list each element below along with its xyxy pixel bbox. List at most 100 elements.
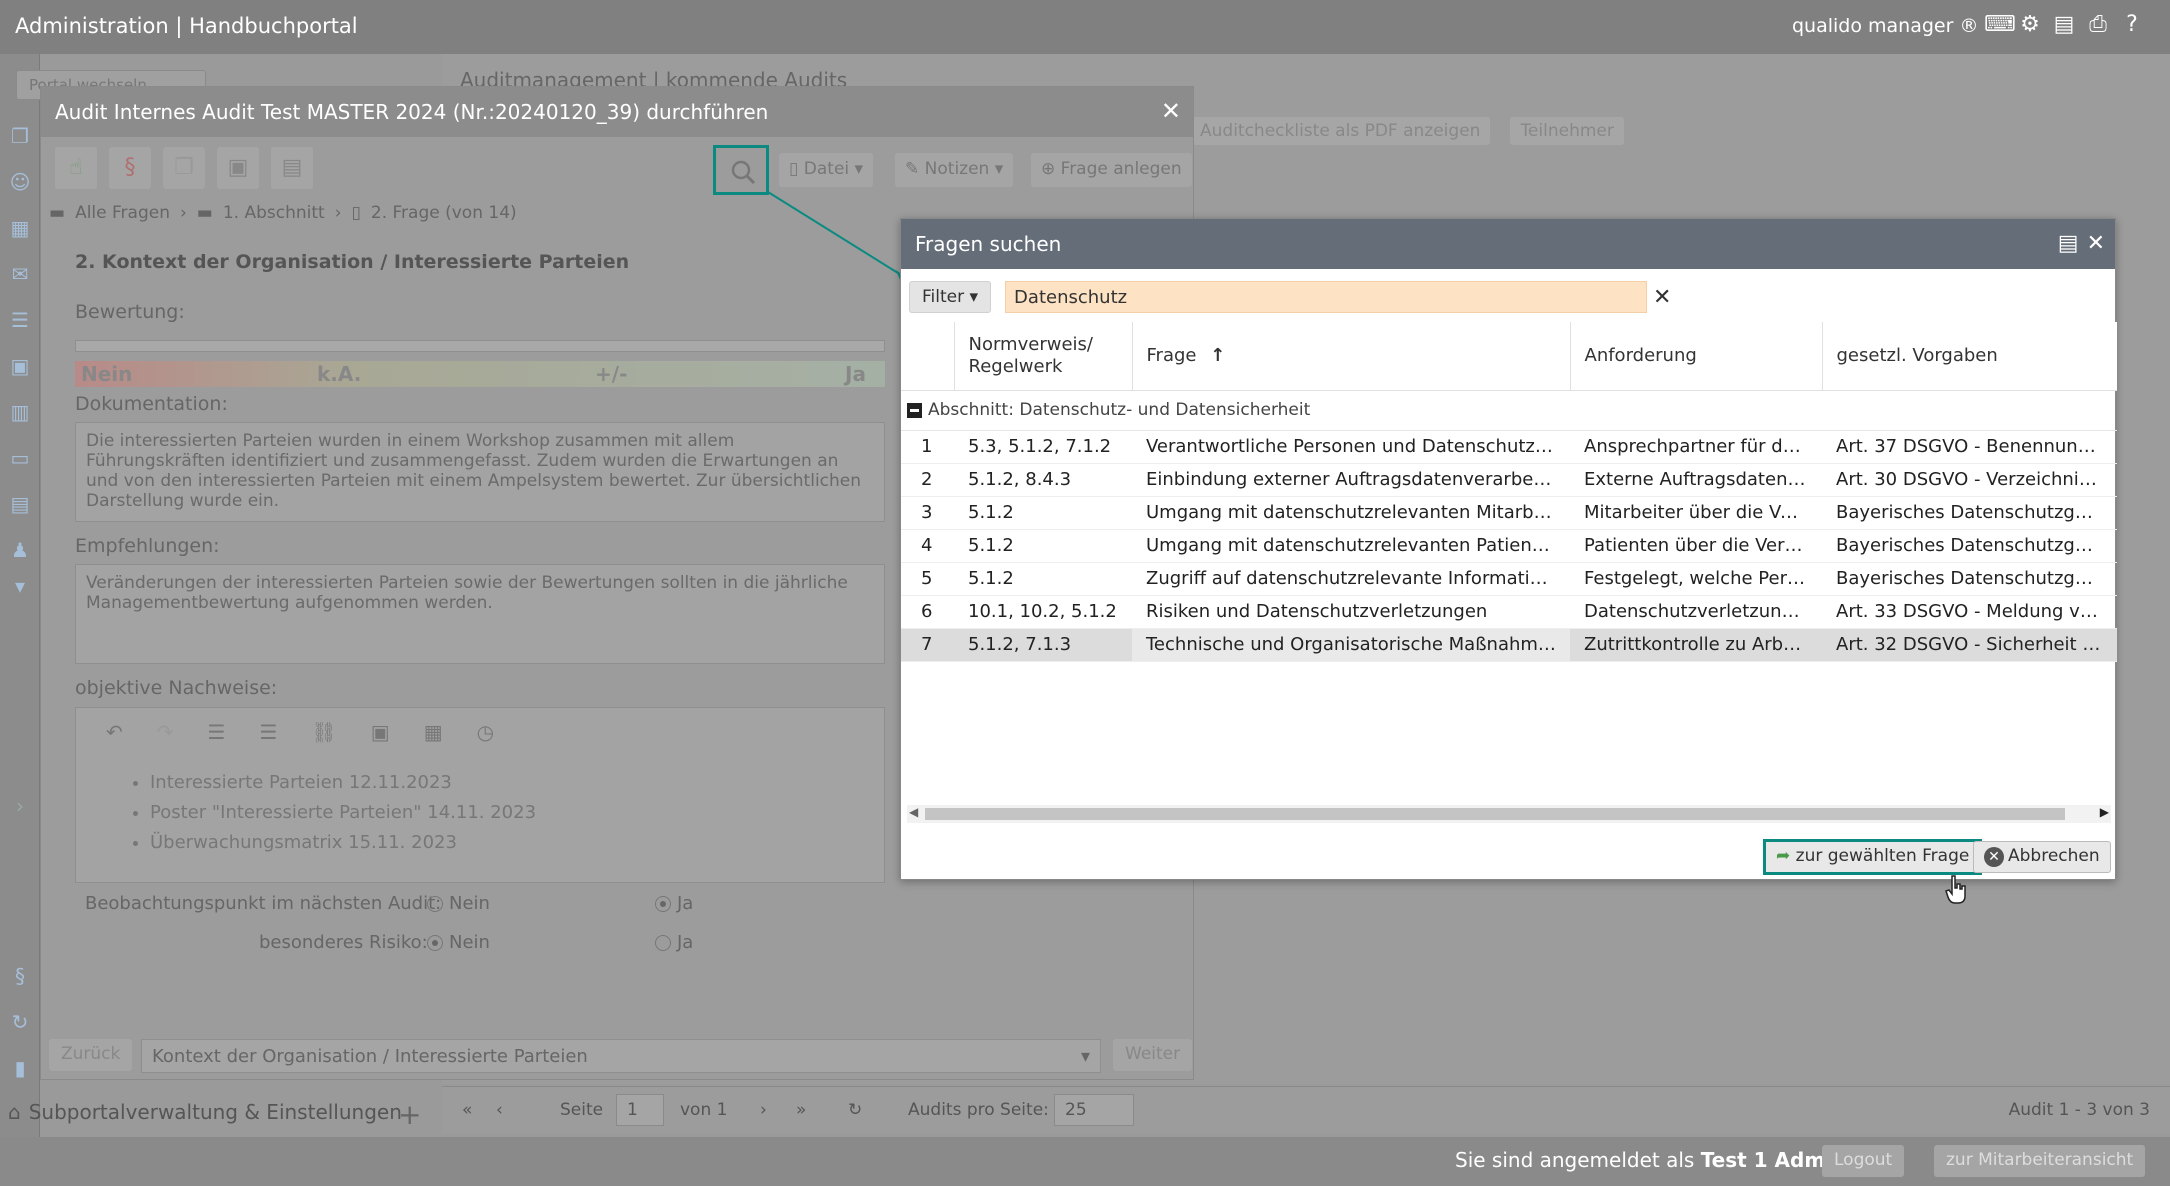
document-icon[interactable]: ❐: [163, 147, 205, 189]
hand-icon[interactable]: ☝: [55, 147, 97, 189]
cell-anf: Datenschutzverletzung i...: [1570, 595, 1822, 629]
clear-filter-icon[interactable]: ✕: [1653, 285, 1671, 310]
person-icon[interactable]: ♟: [8, 538, 32, 562]
col-anforderung[interactable]: Anforderung: [1570, 322, 1823, 391]
numbered-list-icon[interactable]: ☰: [208, 720, 226, 744]
checklist-icon[interactable]: ▤: [271, 147, 313, 189]
subportal-link[interactable]: ⌂ Subportalverwaltung & Einstellungen +: [8, 1098, 421, 1131]
keyboard-icon[interactable]: ⌨: [1984, 12, 2016, 38]
beobachtung-ja[interactable]: Ja: [655, 893, 693, 914]
chevron-right-icon[interactable]: ›: [8, 794, 32, 818]
checklist-icon[interactable]: ▤: [8, 492, 32, 516]
horizontal-scrollbar[interactable]: ◀ ▶: [907, 805, 2111, 823]
filter-input[interactable]: Datenschutz: [1005, 281, 1648, 313]
next-page-icon[interactable]: ›: [760, 1100, 767, 1120]
table-row[interactable]: 7 5.1.2, 7.1.3 Technische und Organisatori…: [901, 628, 2117, 662]
goto-question-button[interactable]: ➦ zur gewählten Frage: [1763, 839, 1983, 875]
question-select[interactable]: Kontext der Organisation / Interessierte…: [141, 1039, 1101, 1073]
add-icon[interactable]: +: [398, 1098, 421, 1131]
crumb-section[interactable]: 1. Abschnitt: [223, 203, 325, 223]
paragraph-icon[interactable]: §: [8, 964, 32, 988]
search-dialog-icons: ▤ ✕: [2058, 231, 2105, 256]
box-icon[interactable]: ▣: [371, 720, 390, 744]
folders-icon[interactable]: ▦: [8, 216, 32, 240]
book-icon[interactable]: ▭: [8, 446, 32, 470]
undo-icon[interactable]: ↶: [106, 720, 123, 744]
question-select-value: Kontext der Organisation / Interessierte…: [152, 1046, 588, 1067]
cell-num: 1: [901, 430, 954, 464]
group-row[interactable]: Abschnitt: Datenschutz- und Datensicherh…: [901, 390, 2117, 431]
cell-norm: 5.1.2: [954, 496, 1132, 530]
filter-button[interactable]: Filter ▾: [909, 281, 992, 313]
logout-button[interactable]: Logout: [1822, 1145, 1905, 1177]
collapse-icon[interactable]: [907, 402, 922, 418]
pdf-checklist-button[interactable]: Auditcheckliste als PDF anzeigen: [1190, 117, 1491, 145]
nachweise-editor[interactable]: ↶ ↷ ☰ ☰ ⛓ ▣ ▦ ◷ Interessierte Parteien 1…: [75, 707, 885, 883]
table-row[interactable]: 5 5.1.2 Zugriff auf datenschutzrelevante I…: [901, 562, 2117, 596]
cell-anf: Externe Auftragsdatenve...: [1570, 463, 1822, 497]
col-vorgaben[interactable]: gesetzl. Vorgaben: [1822, 322, 2117, 391]
scroll-right-icon[interactable]: ▶: [2100, 805, 2109, 819]
comments-icon[interactable]: ✉: [8, 262, 32, 286]
settings-icon[interactable]: ⚙: [2018, 12, 2042, 38]
prev-page-icon[interactable]: ‹: [496, 1100, 503, 1120]
link-icon[interactable]: ⛓: [311, 720, 336, 744]
scrollbar-thumb[interactable]: [925, 808, 2065, 820]
export-xls-icon[interactable]: ▤: [2058, 231, 2079, 256]
image-icon[interactable]: ▣: [217, 147, 259, 189]
clock-icon[interactable]: ◷: [477, 720, 494, 744]
frage-anlegen-button[interactable]: ⊕ Frage anlegen: [1031, 153, 1192, 187]
per-page-select[interactable]: 25: [1054, 1094, 1134, 1126]
table-row[interactable]: 1 5.3, 5.1.2, 7.1.2 Verantwortliche Person…: [901, 430, 2117, 464]
dokumentation-field[interactable]: Die interessierten Parteien wurden in ei…: [75, 422, 885, 522]
paragraph-icon[interactable]: §: [109, 147, 151, 189]
table-row[interactable]: 6 10.1, 10.2, 5.1.2 Risiken und Datenschut…: [901, 595, 2117, 629]
datei-button[interactable]: ▯ Datei ▾: [779, 153, 874, 187]
table-row[interactable]: 3 5.1.2 Umgang mit datenschutzrelevanten M…: [901, 496, 2117, 530]
refresh-icon[interactable]: ↻: [8, 1010, 32, 1034]
crumb-question[interactable]: 2. Frage (von 14): [371, 203, 517, 223]
of-label: von 1: [680, 1100, 728, 1120]
stats-icon[interactable]: ▮: [8, 1056, 32, 1080]
close-icon[interactable]: ✕: [1161, 97, 1181, 125]
employee-view-button[interactable]: zur Mitarbeiteransicht: [1934, 1145, 2146, 1177]
risiko-ja[interactable]: Ja: [655, 932, 693, 953]
reload-icon[interactable]: ↻: [848, 1100, 862, 1120]
first-page-icon[interactable]: «: [462, 1100, 472, 1120]
participants-button[interactable]: Teilnehmer: [1510, 117, 1624, 145]
users-icon[interactable]: ☺: [8, 170, 32, 194]
rating-scale[interactable]: Nein k.A. +/- Ja: [75, 361, 885, 387]
notizen-button[interactable]: ✎ Notizen ▾: [895, 153, 1014, 187]
table-row[interactable]: 4 5.1.2 Umgang mit datenschutzrelevanten P…: [901, 529, 2117, 563]
rating-pm: +/-: [595, 362, 628, 386]
print-icon[interactable]: ⎙: [2086, 12, 2110, 38]
chevron-down-icon[interactable]: ▾: [8, 574, 32, 598]
col-norm[interactable]: Normverweis/ Regelwerk: [954, 322, 1133, 391]
bullet-list-icon[interactable]: ☰: [259, 720, 277, 744]
table-row[interactable]: 2 5.1.2, 8.4.3 Einbindung externer Auftrag…: [901, 463, 2117, 497]
redo-icon[interactable]: ↷: [157, 720, 174, 744]
list-icon[interactable]: ☰: [8, 308, 32, 332]
calendar-icon[interactable]: ▣: [8, 354, 32, 378]
close-icon[interactable]: ✕: [2087, 231, 2105, 256]
help-icon[interactable]: ?: [2120, 12, 2144, 38]
crumb-all[interactable]: Alle Fragen: [75, 203, 170, 223]
pdf-icon[interactable]: ▤: [2052, 12, 2076, 38]
dashboard-icon[interactable]: ▥: [8, 400, 32, 424]
page-input[interactable]: 1: [616, 1094, 664, 1126]
home-icon: ⌂: [8, 1100, 21, 1124]
rating-slider[interactable]: [75, 340, 885, 352]
weiter-button[interactable]: Weiter: [1113, 1039, 1193, 1071]
risiko-nein[interactable]: Nein: [427, 932, 490, 953]
cancel-button[interactable]: ✕ Abbrechen: [1973, 841, 2111, 873]
boxes-icon[interactable]: ▦: [424, 720, 443, 744]
documents-icon[interactable]: ❐: [8, 124, 32, 148]
col-frage[interactable]: Frage ↑: [1132, 322, 1571, 391]
scroll-left-icon[interactable]: ◀: [909, 805, 918, 819]
zurueck-button[interactable]: Zurück: [49, 1039, 133, 1071]
search-button[interactable]: [713, 145, 769, 195]
empfehlungen-field[interactable]: Veränderungen der interessierten Parteie…: [75, 564, 885, 664]
cell-anf: Ansprechpartner für dat...: [1570, 430, 1822, 464]
beobachtung-nein[interactable]: Nein: [427, 893, 490, 914]
last-page-icon[interactable]: »: [796, 1100, 806, 1120]
